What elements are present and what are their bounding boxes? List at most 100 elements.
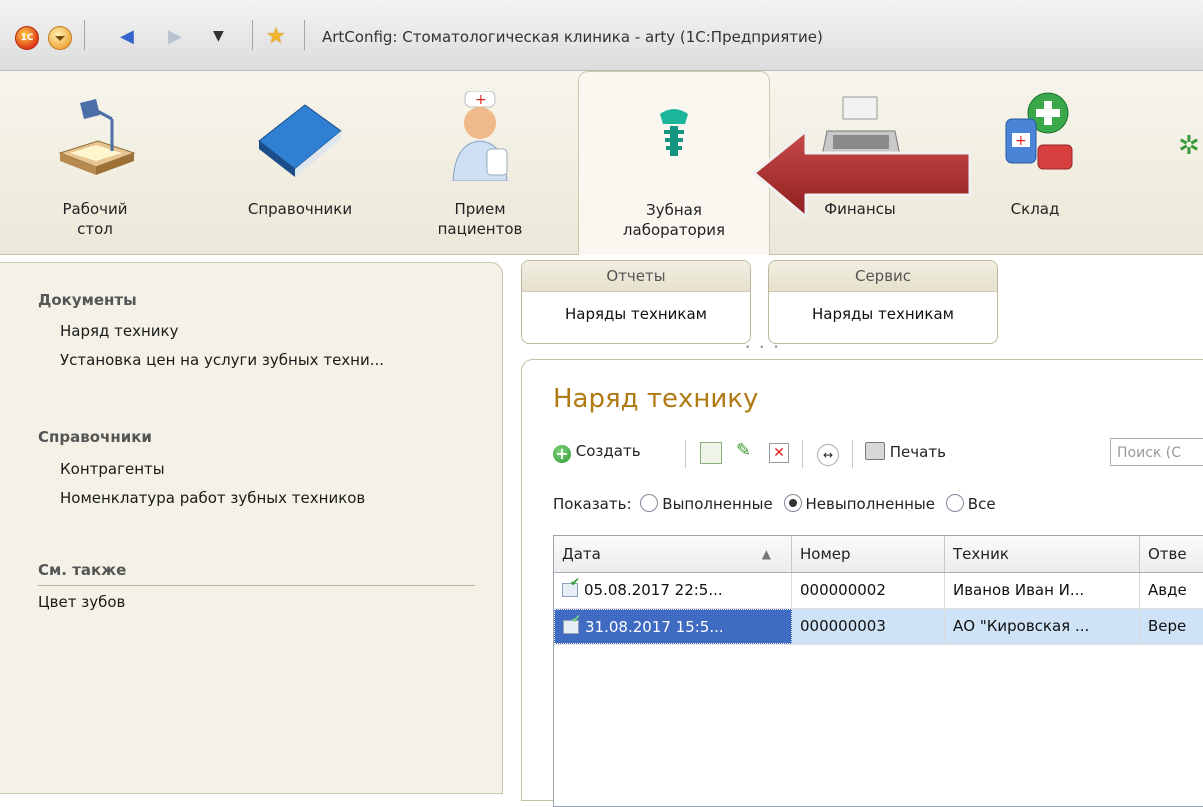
column-label: Дата xyxy=(562,545,601,563)
filter-row: Показать: Выполненные Невыполненные Все xyxy=(553,494,996,513)
section-patients[interactable]: + Прием пациентов xyxy=(415,71,545,254)
delete-mark-icon[interactable]: ✕ xyxy=(769,443,789,463)
cell-text: 05.08.2017 22:5... xyxy=(584,581,723,599)
cell-date[interactable]: ✔ 31.08.2017 15:5... xyxy=(554,609,792,644)
toolbar-separator xyxy=(252,20,253,50)
title-bar: 1С ◀ ▶ ▼ ★ ArtConfig: Стоматологическая … xyxy=(0,0,1203,71)
cell-text: 31.08.2017 15:5... xyxy=(585,618,724,636)
related-docs-icon[interactable]: ↔ xyxy=(817,444,839,466)
book-icon xyxy=(258,104,342,177)
filter-label: Все xyxy=(967,495,996,513)
tooth-implant-icon xyxy=(660,109,688,156)
main-menu-button[interactable] xyxy=(48,26,72,50)
cell-number[interactable]: 000000002 xyxy=(792,573,945,608)
section-label: стол xyxy=(77,220,113,238)
filter-not-completed-radio[interactable]: Невыполненные xyxy=(783,494,936,513)
svg-text:+: + xyxy=(1015,133,1027,149)
section-label: Рабочий xyxy=(62,200,128,218)
svg-text:+: + xyxy=(475,92,487,108)
table-row[interactable]: ✔ 05.08.2017 22:5... 000000002 Иванов Ива… xyxy=(554,573,1203,609)
column-label: Техник xyxy=(953,545,1009,563)
section-label: Склад xyxy=(1010,200,1060,218)
posted-document-icon: ✔ xyxy=(563,612,581,634)
toolbar-separator xyxy=(685,440,686,468)
filter-all-radio[interactable]: Все xyxy=(945,494,996,513)
list-form: Наряд технику + Создать ✎ ✕ ↔ Печать Пои… xyxy=(521,359,1203,807)
reports-orders-link[interactable]: Наряды техникам xyxy=(522,292,750,336)
section-label: Зубная xyxy=(646,201,702,219)
service-header: Сервис xyxy=(769,261,997,292)
column-label: Номер xyxy=(800,545,851,563)
radio-icon xyxy=(945,494,964,512)
window-title: ArtConfig: Стоматологическая клиника - a… xyxy=(322,28,823,46)
service-orders-link[interactable]: Наряды техникам xyxy=(769,292,997,336)
navigation-panel: Документы Наряд технику Установка цен на… xyxy=(0,262,503,794)
cell-date[interactable]: ✔ 05.08.2017 22:5... xyxy=(554,573,792,608)
cell-responsible[interactable]: Вере xyxy=(1140,609,1203,644)
edit-pencil-icon[interactable]: ✎ xyxy=(736,440,751,464)
create-label: Создать xyxy=(575,442,641,460)
create-button[interactable]: + Создать xyxy=(553,442,641,466)
copy-icon[interactable] xyxy=(700,442,722,464)
favorites-star-icon[interactable]: ★ xyxy=(266,24,286,49)
section-desktop[interactable]: Рабочий стол xyxy=(40,71,150,254)
section-label: Прием xyxy=(454,200,506,218)
section-warehouse[interactable]: + Склад xyxy=(985,71,1085,254)
print-button[interactable]: Печать xyxy=(865,442,946,466)
splitter-handle[interactable]: • • • xyxy=(745,343,782,353)
table-header: Дата ▲ Номер Техник Отве xyxy=(554,536,1203,573)
nav-link-tooth-color[interactable]: Цвет зубов xyxy=(38,593,125,611)
radio-selected-icon xyxy=(783,494,802,512)
section-catalogs[interactable]: Справочники xyxy=(225,71,375,254)
table-row-selected[interactable]: ✔ 31.08.2017 15:5... 000000003 АО "Кировс… xyxy=(554,609,1203,645)
show-label: Показать: xyxy=(553,495,632,513)
cell-technician[interactable]: Иванов Иван И... xyxy=(945,573,1140,608)
filter-label: Выполненные xyxy=(662,495,773,513)
column-header-responsible[interactable]: Отве xyxy=(1140,536,1203,572)
section-dental-lab[interactable]: Зубная лаборатория xyxy=(578,71,770,255)
toolbar-separator xyxy=(852,440,853,468)
cell-number[interactable]: 000000003 xyxy=(792,609,945,644)
next-section-icon[interactable]: ✲ xyxy=(1178,131,1203,161)
search-input[interactable]: Поиск (С xyxy=(1110,438,1203,466)
nav-link-set-prices[interactable]: Установка цен на услуги зубных техни... xyxy=(60,351,384,369)
desk-lamp-icon xyxy=(58,99,136,175)
nav-link-technician-works[interactable]: Номенклатура работ зубных техников xyxy=(60,489,365,507)
sort-ascending-icon: ▲ xyxy=(761,547,771,561)
back-arrow-icon[interactable]: ◀ xyxy=(120,26,134,47)
documents-header: Документы xyxy=(38,291,137,309)
red-pointer-arrow-icon xyxy=(752,129,972,219)
forward-arrow-icon[interactable]: ▶ xyxy=(168,26,182,47)
column-header-date[interactable]: Дата ▲ xyxy=(554,536,792,572)
documents-table: Дата ▲ Номер Техник Отве ✔ 05.08.2017 22:… xyxy=(553,535,1203,807)
section-label: лаборатория xyxy=(622,221,726,239)
nav-link-work-order[interactable]: Наряд технику xyxy=(60,322,179,340)
column-header-technician[interactable]: Техник xyxy=(945,536,1140,572)
column-header-number[interactable]: Номер xyxy=(792,536,945,572)
printer-icon xyxy=(865,442,885,460)
section-label: Справочники xyxy=(247,200,353,218)
reports-group: Отчеты Наряды техникам xyxy=(521,260,751,344)
form-title: Наряд технику xyxy=(553,384,759,414)
history-dropdown-icon[interactable]: ▼ xyxy=(213,28,224,44)
radio-icon xyxy=(640,494,659,512)
medicine-bottles-icon: + xyxy=(1005,92,1073,170)
divider xyxy=(38,585,475,586)
service-group: Сервис Наряды техникам xyxy=(768,260,998,344)
nav-link-counterparties[interactable]: Контрагенты xyxy=(60,460,165,478)
sections-panel: Рабочий стол Справочники + Прием пациентов xyxy=(0,71,1203,255)
cell-responsible[interactable]: Авде xyxy=(1140,573,1203,608)
plus-circle-icon: + xyxy=(553,445,571,463)
column-label: Отве xyxy=(1148,545,1187,563)
catalogs-header: Справочники xyxy=(38,428,152,446)
toolbar-separator xyxy=(802,440,803,468)
filter-label: Невыполненные xyxy=(805,495,936,513)
cell-technician[interactable]: АО "Кировская ... xyxy=(945,609,1140,644)
filter-completed-radio[interactable]: Выполненные xyxy=(640,494,773,513)
nurse-icon: + xyxy=(452,91,508,181)
print-label: Печать xyxy=(889,443,946,461)
see-also-header: См. также xyxy=(38,561,127,579)
app-logo-icon[interactable]: 1С xyxy=(15,26,39,50)
reports-header: Отчеты xyxy=(522,261,750,292)
posted-document-icon: ✔ xyxy=(562,575,580,597)
